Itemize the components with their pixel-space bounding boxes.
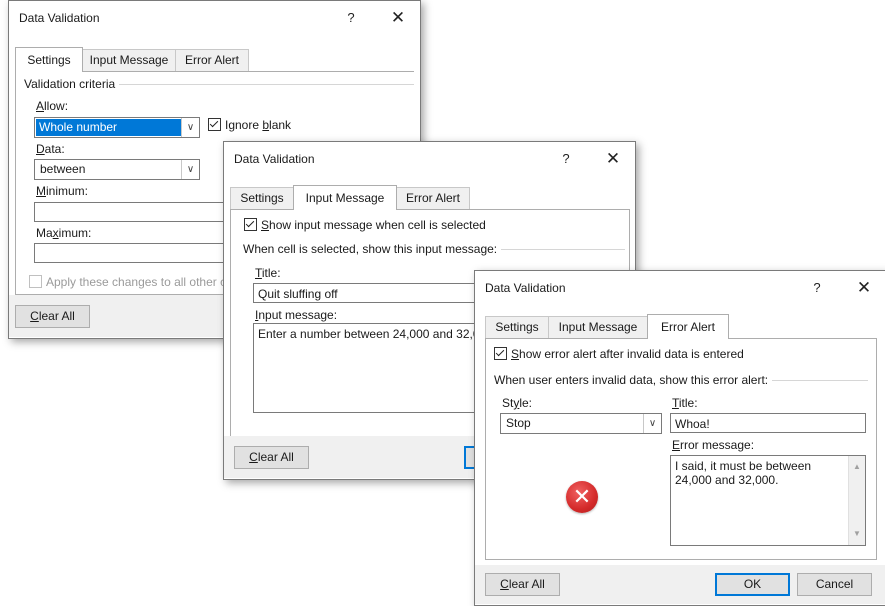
apply-changes-checkbox[interactable]: Apply these changes to all other c bbox=[29, 275, 226, 289]
error-message-text: I said, it must be between 24,000 and 32… bbox=[675, 459, 812, 487]
dialog-title: Data Validation bbox=[485, 281, 566, 295]
title-input[interactable]: Whoa! bbox=[670, 413, 866, 433]
scroll-down-icon[interactable]: ▼ bbox=[849, 527, 865, 541]
tab-settings[interactable]: Settings bbox=[230, 187, 294, 209]
clear-all-button[interactable]: Clear All bbox=[485, 573, 560, 596]
maximum-label: Maximum: bbox=[36, 226, 92, 240]
dialog-footer: Clear All OK Cancel bbox=[475, 565, 885, 604]
close-button[interactable]: ✕ bbox=[599, 146, 627, 172]
help-button[interactable]: ? bbox=[552, 146, 580, 172]
allow-value: Whole number bbox=[36, 119, 181, 136]
style-value: Stop bbox=[506, 416, 531, 430]
group-title: When cell is selected, show this input m… bbox=[243, 242, 502, 256]
tab-input-message[interactable]: Input Message bbox=[548, 316, 648, 338]
input-message-label: Input message: bbox=[255, 308, 338, 322]
cancel-button[interactable]: Cancel bbox=[797, 573, 872, 596]
help-button[interactable]: ? bbox=[337, 5, 365, 31]
dialog-title: Data Validation bbox=[19, 11, 100, 25]
dialog-error-alert: Data Validation ? ✕ Settings Input Messa… bbox=[474, 270, 885, 606]
tab-settings[interactable]: Settings bbox=[15, 47, 83, 72]
scrollbar[interactable]: ▲ ▼ bbox=[848, 456, 865, 545]
ok-button[interactable]: OK bbox=[715, 573, 790, 596]
checkbox-icon[interactable] bbox=[208, 118, 221, 131]
tab-input-message[interactable]: Input Message bbox=[82, 49, 176, 71]
title-label: Title: bbox=[672, 396, 698, 410]
group-title: Validation criteria bbox=[24, 77, 120, 91]
allow-label: Allow: bbox=[36, 99, 69, 113]
scroll-up-icon[interactable]: ▲ bbox=[849, 460, 865, 474]
titlebar: Data Validation ? ✕ bbox=[9, 1, 420, 37]
close-button[interactable]: ✕ bbox=[384, 5, 412, 31]
tab-input-message[interactable]: Input Message bbox=[293, 185, 397, 210]
dialog-title: Data Validation bbox=[234, 152, 315, 166]
group-title: When user enters invalid data, show this… bbox=[494, 373, 773, 387]
stop-error-icon: ✕ bbox=[566, 481, 598, 513]
tab-settings[interactable]: Settings bbox=[485, 316, 549, 338]
titlebar: Data Validation ? ✕ bbox=[224, 142, 635, 178]
titlebar: Data Validation ? ✕ bbox=[475, 271, 885, 307]
tab-strip: Settings Input Message Error Alert bbox=[15, 47, 415, 72]
tab-error-alert[interactable]: Error Alert bbox=[396, 187, 470, 209]
checkbox-icon[interactable] bbox=[244, 218, 257, 231]
data-value: between bbox=[40, 162, 86, 176]
help-button[interactable]: ? bbox=[803, 275, 831, 301]
title-label: Title: bbox=[255, 266, 281, 280]
data-dropdown[interactable]: between ∨ bbox=[34, 159, 200, 180]
show-error-alert-checkbox[interactable]: Show error alert after invalid data is e… bbox=[494, 347, 744, 361]
ignore-blank-checkbox[interactable]: Ignore blank bbox=[208, 118, 291, 132]
minimum-label: Minimum: bbox=[36, 184, 89, 198]
data-label: Data: bbox=[36, 142, 65, 156]
clear-all-button[interactable]: Clear All bbox=[234, 446, 309, 469]
tab-strip: Settings Input Message Error Alert bbox=[485, 314, 877, 339]
show-input-message-checkbox[interactable]: Show input message when cell is selected bbox=[244, 218, 486, 232]
tab-error-alert[interactable]: Error Alert bbox=[175, 49, 249, 71]
error-message-label: Error message: bbox=[672, 438, 755, 452]
style-dropdown[interactable]: Stop ∨ bbox=[500, 413, 662, 434]
error-message-textarea[interactable]: I said, it must be between 24,000 and 32… bbox=[670, 455, 866, 546]
tab-strip: Settings Input Message Error Alert bbox=[230, 185, 630, 210]
chevron-down-icon[interactable]: ∨ bbox=[181, 160, 199, 179]
checkbox-icon[interactable] bbox=[29, 275, 42, 288]
error-alert-panel: Show error alert after invalid data is e… bbox=[485, 338, 877, 560]
checkbox-icon[interactable] bbox=[494, 347, 507, 360]
tab-error-alert[interactable]: Error Alert bbox=[647, 314, 729, 339]
allow-dropdown[interactable]: Whole number ∨ bbox=[34, 117, 200, 138]
clear-all-button[interactable]: Clear All bbox=[15, 305, 90, 328]
chevron-down-icon[interactable]: ∨ bbox=[643, 414, 661, 433]
chevron-down-icon[interactable]: ∨ bbox=[181, 118, 199, 137]
style-label: Style: bbox=[502, 396, 533, 410]
close-button[interactable]: ✕ bbox=[850, 275, 878, 301]
